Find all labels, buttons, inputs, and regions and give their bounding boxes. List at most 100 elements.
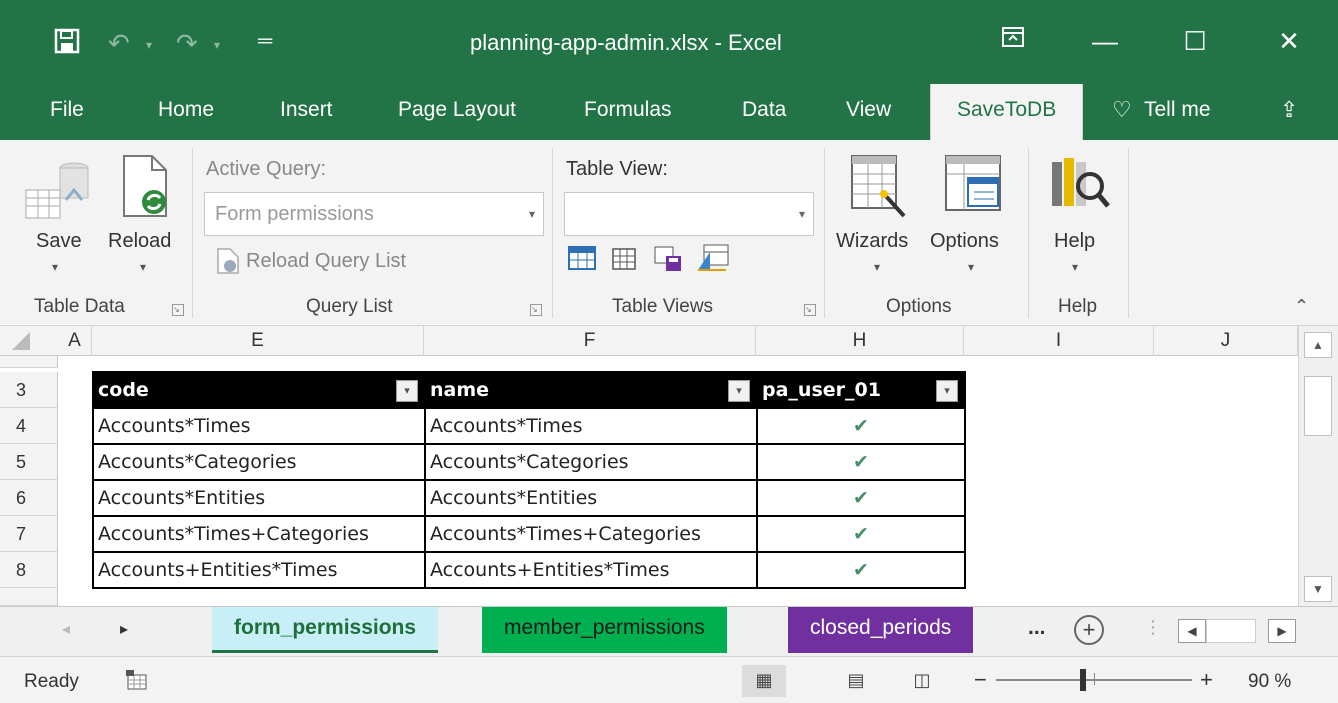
wizards-dropdown-icon[interactable]: ▾ <box>874 260 880 274</box>
sheet-tab-closed-periods[interactable]: closed_periods <box>788 607 974 653</box>
sheet-tab-member-permissions[interactable]: member_permissions <box>482 607 727 653</box>
tab-file[interactable]: File <box>50 84 84 140</box>
help-dropdown-icon[interactable]: ▾ <box>1072 260 1078 274</box>
tab-formulas[interactable]: Formulas <box>584 84 672 140</box>
table-view-design-icon[interactable] <box>696 244 730 277</box>
vertical-scrollbar[interactable]: ▲ ▼ <box>1298 326 1338 606</box>
scroll-down-icon[interactable]: ▼ <box>1304 576 1332 602</box>
reload-query-list-label[interactable]: Reload Query List <box>246 250 406 273</box>
tab-insert[interactable]: Insert <box>280 84 333 140</box>
cell-name[interactable]: Accounts*Times <box>424 407 758 445</box>
maximize-icon[interactable]: ☐ <box>1172 18 1218 64</box>
row-header-2[interactable] <box>0 356 58 368</box>
tell-me-icon[interactable]: ♡ <box>1112 84 1132 140</box>
sheet-next-icon[interactable]: ▸ <box>120 619 128 639</box>
tab-data[interactable]: Data <box>742 84 786 140</box>
table-view-icon-1[interactable] <box>568 246 596 275</box>
collapse-ribbon-icon[interactable]: ⌃ <box>1294 296 1309 317</box>
checkmark-icon[interactable]: ✔ <box>756 515 966 553</box>
tab-home[interactable]: Home <box>158 84 214 140</box>
wizards-icon[interactable] <box>850 154 910 223</box>
options-icon[interactable] <box>944 154 1004 223</box>
save-label[interactable]: Save <box>36 230 82 253</box>
redo-icon[interactable]: ↷ <box>176 28 198 59</box>
hscroll-right-icon[interactable]: ▶ <box>1268 619 1296 643</box>
row-header-9[interactable] <box>0 588 58 606</box>
header-cell[interactable]: pa_user_01 ▾ <box>756 371 966 409</box>
table-views-launcher-icon[interactable]: ↘ <box>804 304 816 316</box>
column-header-j[interactable]: J <box>1154 326 1298 356</box>
add-sheet-icon[interactable]: + <box>1074 615 1104 645</box>
column-header-a[interactable]: A <box>58 326 92 356</box>
undo-icon[interactable]: ↶ <box>108 28 130 59</box>
close-icon[interactable]: ✕ <box>1266 18 1312 64</box>
query-list-launcher-icon[interactable]: ↘ <box>530 304 542 316</box>
column-header-f[interactable]: F <box>424 326 756 356</box>
normal-view-icon[interactable]: ▦ <box>742 665 786 697</box>
cell-code[interactable]: Accounts+Entities*Times <box>92 551 426 589</box>
wizards-label[interactable]: Wizards <box>836 230 908 253</box>
reload-icon[interactable] <box>118 154 174 227</box>
zoom-level[interactable]: 90 % <box>1248 671 1291 693</box>
save-dropdown-icon[interactable]: ▾ <box>52 260 58 274</box>
help-label[interactable]: Help <box>1054 230 1095 253</box>
sheet-prev-icon[interactable]: ◂ <box>62 619 70 639</box>
share-icon[interactable]: ⇪ <box>1280 84 1298 140</box>
cell-name[interactable]: Accounts*Times+Categories <box>424 515 758 553</box>
row-header-5[interactable]: 5 <box>0 444 58 480</box>
header-cell[interactable]: code ▾ <box>92 371 426 409</box>
reload-query-list-icon[interactable] <box>216 248 240 279</box>
column-header-h[interactable]: H <box>756 326 964 356</box>
column-header-e[interactable]: E <box>92 326 424 356</box>
cell-code[interactable]: Accounts*Categories <box>92 443 426 481</box>
chevron-down-icon[interactable]: ▾ <box>529 207 535 221</box>
ribbon-display-options-icon[interactable] <box>990 18 1036 64</box>
help-book-icon[interactable] <box>1048 154 1112 223</box>
filter-dropdown-icon[interactable]: ▾ <box>396 380 418 402</box>
save-db-icon[interactable] <box>24 160 94 227</box>
table-data-launcher-icon[interactable]: ↘ <box>172 304 184 316</box>
row-header-3[interactable]: 3 <box>0 372 58 408</box>
reload-label[interactable]: Reload <box>108 230 171 253</box>
reload-dropdown-icon[interactable]: ▾ <box>140 260 146 274</box>
checkmark-icon[interactable]: ✔ <box>756 443 966 481</box>
hscroll-left-icon[interactable]: ◀ <box>1178 619 1206 643</box>
zoom-out-icon[interactable]: − <box>974 667 987 693</box>
column-header-i[interactable]: I <box>964 326 1154 356</box>
sheet-tab-form-permissions[interactable]: form_permissions <box>212 607 439 653</box>
checkmark-icon[interactable]: ✔ <box>756 407 966 445</box>
row-header-7[interactable]: 7 <box>0 516 58 552</box>
table-view-combo[interactable]: ▾ <box>564 192 814 236</box>
page-break-view-icon[interactable]: ◫ <box>900 665 944 697</box>
minimize-icon[interactable]: — <box>1082 18 1128 64</box>
row-header-4[interactable]: 4 <box>0 408 58 444</box>
row-header-8[interactable]: 8 <box>0 552 58 588</box>
zoom-slider-thumb[interactable] <box>1080 669 1086 691</box>
checkmark-icon[interactable]: ✔ <box>756 551 966 589</box>
macro-record-icon[interactable] <box>124 669 148 696</box>
filter-dropdown-icon[interactable]: ▾ <box>936 380 958 402</box>
active-query-combo[interactable]: Form permissions ▾ <box>204 192 544 236</box>
scroll-thumb[interactable] <box>1304 376 1332 436</box>
options-label[interactable]: Options <box>930 230 999 253</box>
undo-dropdown-icon[interactable]: ▾ <box>146 38 152 52</box>
cell-name[interactable]: Accounts*Entities <box>424 479 758 517</box>
tab-view[interactable]: View <box>846 84 891 140</box>
page-layout-view-icon[interactable]: ▤ <box>834 665 878 697</box>
cell-name[interactable]: Accounts+Entities*Times <box>424 551 758 589</box>
options-dropdown-icon[interactable]: ▾ <box>968 260 974 274</box>
more-sheets-button[interactable]: ... <box>1006 607 1068 653</box>
row-header-6[interactable]: 6 <box>0 480 58 516</box>
customize-qat-icon[interactable]: ═ <box>258 30 272 53</box>
header-cell[interactable]: name ▾ <box>424 371 758 409</box>
select-all-icon[interactable] <box>4 330 54 352</box>
table-view-icon-2[interactable] <box>612 248 636 275</box>
redo-dropdown-icon[interactable]: ▾ <box>214 38 220 52</box>
checkmark-icon[interactable]: ✔ <box>756 479 966 517</box>
tab-page-layout[interactable]: Page Layout <box>398 84 516 140</box>
zoom-in-icon[interactable]: + <box>1200 667 1213 693</box>
chevron-down-icon[interactable]: ▾ <box>799 207 805 221</box>
scroll-up-icon[interactable]: ▲ <box>1304 332 1332 358</box>
cell-name[interactable]: Accounts*Categories <box>424 443 758 481</box>
cell-code[interactable]: Accounts*Times+Categories <box>92 515 426 553</box>
